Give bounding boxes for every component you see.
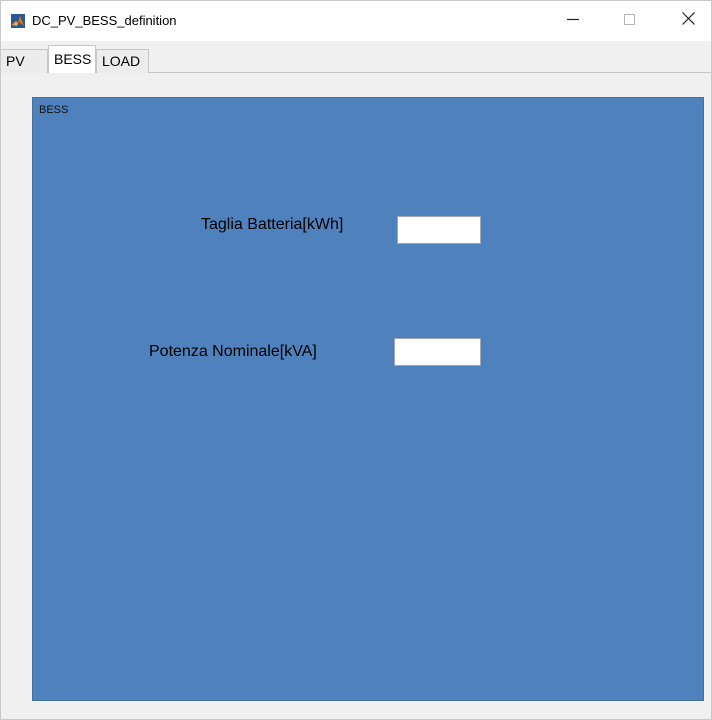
title-bar[interactable]: DC_PV_BESS_definition bbox=[1, 1, 711, 41]
tab-bar: PV BESS LOAD bbox=[1, 41, 711, 73]
close-button[interactable] bbox=[665, 1, 711, 41]
maximize-icon bbox=[623, 12, 635, 30]
battery-size-input[interactable] bbox=[397, 216, 481, 244]
window-title: DC_PV_BESS_definition bbox=[32, 13, 177, 28]
matlab-icon bbox=[11, 14, 25, 28]
close-icon bbox=[681, 12, 695, 30]
minimize-icon bbox=[567, 12, 579, 30]
bess-panel: BESS Taglia Batteria[kWh] Potenza Nomina… bbox=[32, 97, 704, 701]
tab-bess[interactable]: BESS bbox=[48, 45, 96, 73]
panel-title: BESS bbox=[39, 104, 69, 116]
battery-size-label: Taglia Batteria[kWh] bbox=[201, 216, 344, 233]
maximize-button[interactable] bbox=[606, 1, 652, 41]
tab-pv[interactable]: PV bbox=[1, 49, 48, 73]
nominal-power-label: Potenza Nominale[kVA] bbox=[149, 343, 317, 360]
app-window: DC_PV_BESS_definition PV BESS LOAD BESS … bbox=[0, 0, 712, 720]
minimize-button[interactable] bbox=[550, 1, 596, 41]
nominal-power-input[interactable] bbox=[394, 338, 481, 366]
tab-load[interactable]: LOAD bbox=[96, 49, 149, 73]
